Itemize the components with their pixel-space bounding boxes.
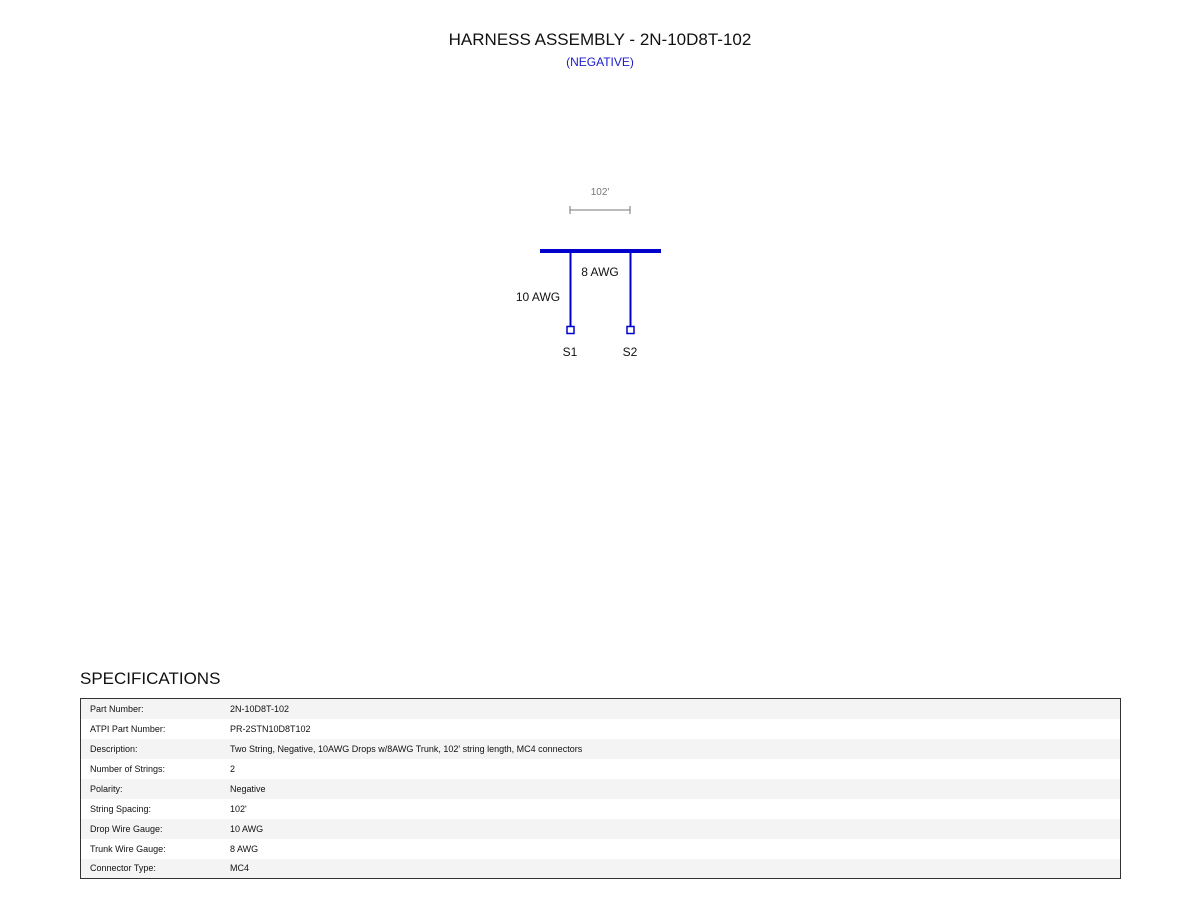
table-row: Connector Type: MC4 [80, 858, 1121, 879]
string-label-s2: S2 [623, 345, 638, 359]
trunk-gauge-label: 8 AWG [581, 265, 619, 279]
table-row: Number of Strings: 2 [80, 758, 1121, 779]
table-row: ATPI Part Number: PR-2STN10D8T102 [80, 718, 1121, 739]
spec-value: 2N-10D8T-102 [230, 703, 290, 714]
spec-label: ATPI Part Number: [90, 723, 166, 734]
spec-label: Connector Type: [90, 863, 156, 874]
spec-value: 2 [230, 763, 236, 774]
spec-value: 102' [230, 803, 247, 814]
spacing-dimension-label: 102' [591, 187, 610, 198]
spec-value: Negative [230, 783, 266, 794]
connector-s1 [566, 325, 575, 335]
specifications-heading: SPECIFICATIONS [80, 669, 221, 688]
drop-gauge-label: 10 AWG [516, 290, 560, 304]
connector-s2 [626, 325, 635, 335]
spec-label: Polarity: [90, 783, 123, 794]
spec-label: Description: [90, 743, 138, 754]
harness-diagram: 102' 8 AWG 10 AWG S1 S2 [516, 187, 661, 359]
string-label-s1: S1 [563, 345, 578, 359]
spec-value: Two String, Negative, 10AWG Drops w/8AWG… [230, 743, 583, 754]
spec-value: 10 AWG [230, 823, 264, 834]
spec-label: Part Number: [90, 703, 144, 714]
spec-value: PR-2STN10D8T102 [230, 723, 311, 734]
specifications-table: Part Number: 2N-10D8T-102 ATPI Part Numb… [80, 698, 1121, 879]
table-row: Trunk Wire Gauge: 8 AWG [80, 838, 1121, 859]
spec-label: Drop Wire Gauge: [90, 823, 163, 834]
spec-value: MC4 [230, 863, 250, 874]
table-row: Polarity: Negative [80, 778, 1121, 799]
table-row: Part Number: 2N-10D8T-102 [80, 698, 1121, 719]
spec-label: Number of Strings: [90, 763, 166, 774]
table-row: String Spacing: 102' [80, 798, 1121, 819]
spec-value: 8 AWG [230, 843, 259, 854]
table-row: Drop Wire Gauge: 10 AWG [80, 818, 1121, 839]
spec-label: Trunk Wire Gauge: [90, 843, 166, 854]
table-row: Description: Two String, Negative, 10AWG… [80, 738, 1121, 759]
spec-label: String Spacing: [90, 803, 152, 814]
